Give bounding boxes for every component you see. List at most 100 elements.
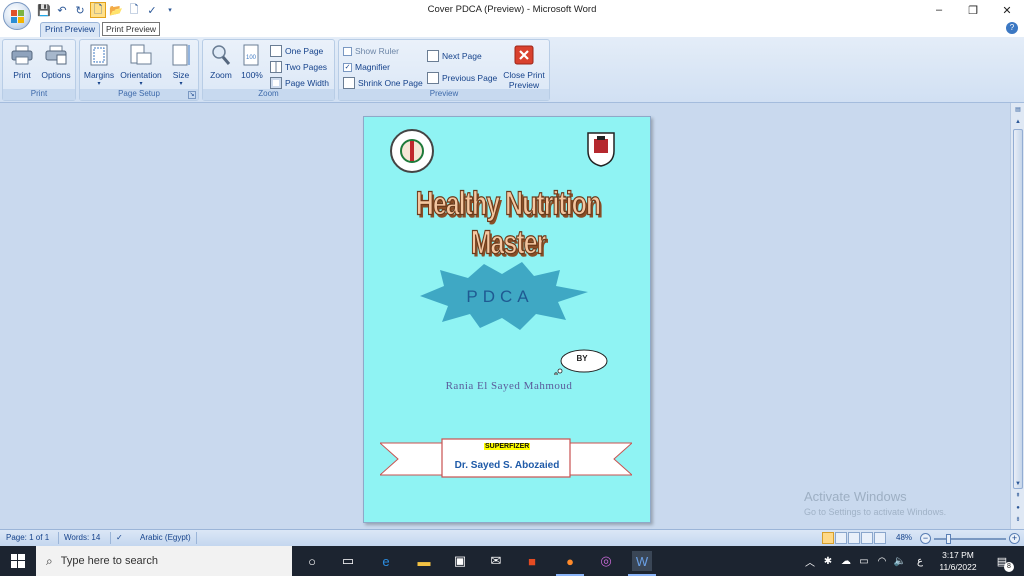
magnifier-checkbox[interactable]: ✓ Magnifier xyxy=(343,60,390,74)
page-width-button[interactable]: Page Width xyxy=(270,76,329,90)
ribbon: Print Options Print Margins ▾ Orientation… xyxy=(0,37,1024,103)
next-page-button[interactable]: Next Page xyxy=(427,49,482,63)
proofing-icon[interactable]: ✓ xyxy=(116,533,123,542)
preview-group-label: Preview xyxy=(339,89,549,100)
previous-page-icon xyxy=(427,72,439,84)
cortana-icon[interactable]: ○ xyxy=(302,551,322,571)
print-button[interactable]: Print xyxy=(7,42,37,80)
svg-text:100: 100 xyxy=(246,55,257,61)
input-language-indicator[interactable]: ع xyxy=(910,551,930,571)
clock-time: 3:17 PM xyxy=(942,550,974,560)
tray-app-icon[interactable]: ✱ xyxy=(818,551,838,571)
size-button[interactable]: Size ▾ xyxy=(168,42,194,87)
magnifying-glass-icon xyxy=(208,42,234,68)
show-ruler-checkbox[interactable]: Show Ruler xyxy=(343,44,399,58)
magnifier-check-icon: ✓ xyxy=(343,62,352,72)
help-icon[interactable]: ? xyxy=(1006,22,1018,34)
language-indicator[interactable]: Arabic (Egypt) xyxy=(140,533,191,542)
title-bar: 💾 ↶ ↻ 🗋 📂 🗋 ✓ ▾ Cover PDCA (Preview) - M… xyxy=(0,0,1024,30)
page-width-icon xyxy=(270,77,282,89)
windows-start-icon[interactable] xyxy=(0,546,36,576)
page-setup-group-label: Page Setup xyxy=(80,89,198,100)
tab-print-preview[interactable]: Print Preview xyxy=(40,22,100,37)
restore-button[interactable]: ❐ xyxy=(956,0,990,20)
options-printer-icon xyxy=(43,42,69,68)
shrink-page-icon xyxy=(343,77,355,89)
word-app-icon[interactable]: W xyxy=(628,551,656,576)
one-page-button[interactable]: One Page xyxy=(270,44,323,58)
orientation-button[interactable]: Orientation ▾ xyxy=(118,42,164,87)
show-hidden-icons-icon[interactable]: ︿ xyxy=(800,551,820,571)
zoom-in-icon[interactable]: + xyxy=(1009,533,1020,544)
supervisor-label: SUPERFIZER xyxy=(484,443,531,450)
orientation-icon xyxy=(128,42,154,68)
margins-button[interactable]: Margins ▾ xyxy=(82,42,116,87)
minimize-button[interactable]: – xyxy=(922,0,956,20)
zoom-100-button[interactable]: 100 100% xyxy=(238,42,266,80)
zoom-100-icon: 100 xyxy=(239,42,265,68)
office-button[interactable] xyxy=(3,2,31,30)
office-app-icon[interactable]: ■ xyxy=(522,551,542,571)
browse-object-icon[interactable]: ● xyxy=(1013,503,1023,513)
office-logo-icon xyxy=(11,10,24,23)
search-placeholder: Type here to search xyxy=(60,555,158,567)
margins-icon xyxy=(86,42,112,68)
zoom-button[interactable]: Zoom xyxy=(206,42,236,80)
view-buttons xyxy=(822,532,886,544)
taskbar: ⌕ Type here to search ○ ▭ e ▬ ▣ ✉ ■ ● ◎ … xyxy=(0,546,1024,576)
zoom-out-icon[interactable]: − xyxy=(920,533,931,544)
volume-icon[interactable]: 🔈 xyxy=(890,551,910,571)
options-button[interactable]: Options xyxy=(39,42,73,80)
print-layout-view-icon[interactable] xyxy=(822,532,834,544)
clock-date: 11/6/2022 xyxy=(939,562,977,572)
size-icon xyxy=(168,42,194,68)
previous-page-button[interactable]: Previous Page xyxy=(427,71,497,85)
firefox-icon[interactable]: ● xyxy=(556,551,584,576)
page-count[interactable]: Page: 1 of 1 xyxy=(6,533,49,542)
page-setup-launcher-icon[interactable]: ↘ xyxy=(188,91,196,99)
window-title: Cover PDCA (Preview) - Microsoft Word xyxy=(427,4,597,15)
wifi-icon[interactable]: ◠ xyxy=(872,551,892,571)
close-preview-icon xyxy=(511,42,537,68)
taskbar-search-box[interactable]: ⌕ Type here to search xyxy=(36,546,292,576)
scroll-down-icon[interactable]: ▼ xyxy=(1013,479,1023,489)
zoom-group: Zoom 100 100% One Page Two Pages Page Wi… xyxy=(202,39,335,101)
two-pages-button[interactable]: Two Pages xyxy=(270,60,327,74)
system-clock[interactable]: 3:17 PM 11/6/2022 xyxy=(932,549,984,573)
burst-text: PDCA xyxy=(466,287,534,306)
status-bar: Page: 1 of 1 Words: 14 ✓ Arabic (Egypt) … xyxy=(0,529,1024,546)
cloud-text: BY xyxy=(576,354,588,363)
zoom-level[interactable]: 48% xyxy=(896,533,912,542)
next-page-scroll-icon[interactable]: ⇟ xyxy=(1013,515,1023,525)
app-icon[interactable]: ◎ xyxy=(596,551,616,571)
window-controls: – ❐ ✕ xyxy=(922,0,1024,20)
ruler-toggle-icon[interactable]: ▤ xyxy=(1013,105,1023,115)
close-button[interactable]: ✕ xyxy=(990,0,1024,20)
zoom-slider-knob[interactable] xyxy=(946,534,951,544)
previous-page-scroll-icon[interactable]: ⇞ xyxy=(1013,491,1023,501)
edge-browser-icon[interactable]: e xyxy=(376,551,396,571)
mail-icon[interactable]: ✉ xyxy=(486,551,506,571)
onedrive-icon[interactable]: ☁ xyxy=(836,551,856,571)
full-screen-reading-view-icon[interactable] xyxy=(835,532,847,544)
task-view-icon[interactable]: ▭ xyxy=(338,551,358,571)
network-icon[interactable]: ▭ xyxy=(854,551,874,571)
word-count[interactable]: Words: 14 xyxy=(64,533,100,542)
vertical-scrollbar[interactable]: ▤ ▲ ▼ ⇞ ● ⇟ xyxy=(1010,103,1024,529)
web-layout-view-icon[interactable] xyxy=(848,532,860,544)
scroll-up-icon[interactable]: ▲ xyxy=(1013,117,1023,127)
outline-view-icon[interactable] xyxy=(861,532,873,544)
zoom-slider[interactable] xyxy=(934,534,1006,544)
draft-view-icon[interactable] xyxy=(874,532,886,544)
document-page[interactable]: Healthy Nutrition Master PDCA BY Rania E… xyxy=(363,116,651,523)
file-explorer-icon[interactable]: ▬ xyxy=(414,551,434,571)
close-print-preview-button[interactable]: Close Print Preview xyxy=(501,42,547,90)
activate-windows-title: Activate Windows xyxy=(804,489,907,504)
document-title: Healthy Nutrition Master xyxy=(415,184,601,262)
search-icon: ⌕ xyxy=(46,553,53,568)
print-group-label: Print xyxy=(3,89,75,100)
show-ruler-check xyxy=(343,46,352,56)
store-icon[interactable]: ▣ xyxy=(450,551,470,571)
scrollbar-thumb[interactable] xyxy=(1013,129,1023,489)
shrink-one-page-button[interactable]: Shrink One Page xyxy=(343,76,423,90)
